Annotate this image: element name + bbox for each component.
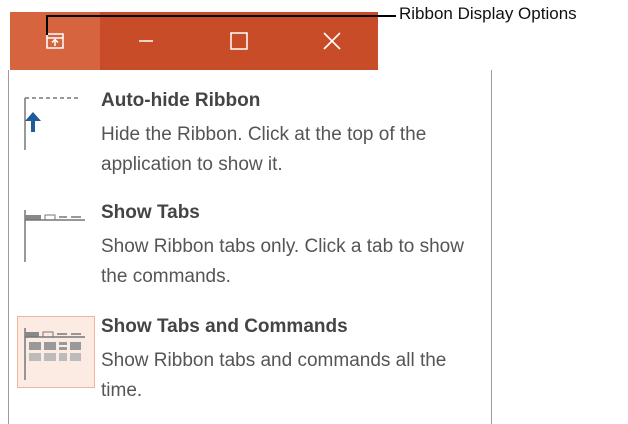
window-titlebar — [10, 12, 378, 70]
auto-hide-ribbon-icon — [24, 97, 81, 150]
close-button[interactable] — [286, 12, 378, 70]
ribbon-display-options-icon — [46, 33, 64, 49]
menu-item-description: Show Ribbon tabs and commands all the ti… — [101, 350, 447, 401]
menu-item-title: Show Tabs — [101, 202, 200, 223]
show-tabs-and-commands-icon — [24, 328, 85, 380]
minimize-button[interactable] — [100, 12, 192, 70]
menu-item-title: Auto-hide Ribbon — [101, 90, 261, 111]
menu-item-show-tabs-and-commands[interactable]: Show Tabs and Commands Show Ribbon tabs … — [9, 316, 491, 416]
maximize-icon — [230, 32, 248, 50]
ribbon-display-options-menu: Auto-hide Ribbon Hide the Ribbon. Click … — [8, 70, 492, 424]
menu-item-show-tabs[interactable]: Show Tabs Show Ribbon tabs only. Click a… — [9, 202, 491, 302]
menu-item-description: Hide the Ribbon. Click at the top of the… — [101, 124, 427, 175]
menu-item-description: Show Ribbon tabs only. Click a tab to sh… — [101, 236, 464, 287]
callout-line-vertical — [46, 15, 48, 35]
menu-item-auto-hide-ribbon[interactable]: Auto-hide Ribbon Hide the Ribbon. Click … — [9, 90, 491, 190]
close-icon — [323, 32, 341, 50]
maximize-button[interactable] — [192, 12, 286, 70]
callout-label: Ribbon Display Options — [399, 4, 577, 23]
menu-item-title: Show Tabs and Commands — [101, 316, 348, 337]
ribbon-display-options-button[interactable] — [10, 12, 100, 70]
show-tabs-icon — [24, 210, 85, 262]
minimize-icon — [139, 40, 153, 42]
callout-line-horizontal — [46, 15, 396, 17]
